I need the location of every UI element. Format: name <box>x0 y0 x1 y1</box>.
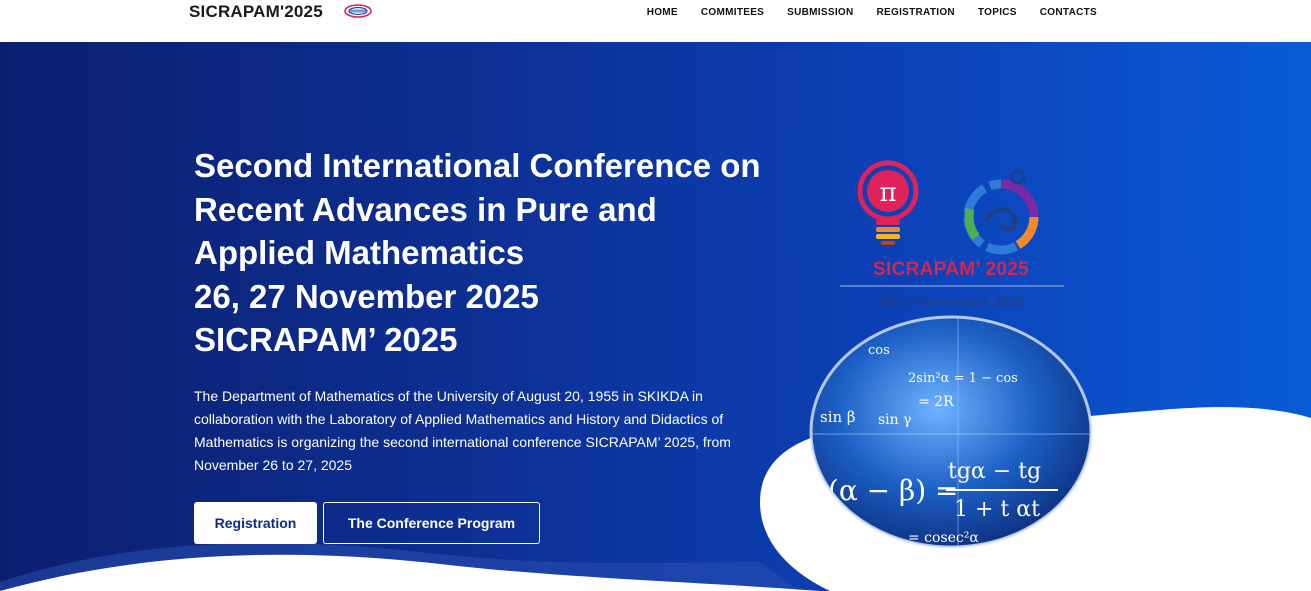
stopwatch-ring-icon <box>963 169 1039 255</box>
pi-symbol: π <box>879 178 896 208</box>
main-nav: HOME COMMITEES SUBMISSION REGISTRATION T… <box>624 7 1097 18</box>
formula-text: sin β <box>820 408 856 426</box>
hero-description: The Department of Mathematics of the Uni… <box>194 388 731 473</box>
hero-section: Second International Conference on Recen… <box>0 42 1311 591</box>
formula-text: sin γ <box>878 412 912 428</box>
logo-date: 26, 27 November 2025 <box>877 293 1025 309</box>
nav-registration[interactable]: REGISTRATION <box>877 7 955 18</box>
nav-contacts[interactable]: CONTACTS <box>1040 7 1097 18</box>
hero-title-line: SICRAPAM’ 2025 <box>194 321 458 358</box>
formula-text: sin α <box>1038 524 1066 537</box>
conference-program-button[interactable]: The Conference Program <box>323 502 540 544</box>
hero-title-line: Recent Advances in Pure and <box>194 190 657 228</box>
hero-title: Second International Conference on Recen… <box>194 144 794 362</box>
math-formula-sphere-image: 2sin²α = 1 − cos = 2R sin β sin γ g(α − … <box>809 315 1093 549</box>
nav-topics[interactable]: TOPICS <box>978 7 1017 18</box>
nav-home[interactable]: HOME <box>647 7 678 18</box>
formula-text: 1 + t αt <box>954 497 1040 522</box>
lightbulb-pi-icon: π <box>857 160 919 245</box>
nav-submission[interactable]: SUBMISSION <box>787 7 853 18</box>
logo-divider <box>840 285 1064 287</box>
brand-logo-icon[interactable] <box>343 3 373 19</box>
logo-title: SICRAPAM’ 2025 <box>873 259 1029 280</box>
hero-title-line: Applied Mathematics <box>194 234 525 271</box>
nav-commitees[interactable]: COMMITEES <box>701 7 764 18</box>
brand-name[interactable]: SICRAPAM'2025 <box>189 2 323 22</box>
site-header: SICRAPAM'2025 HOME COMMITEES SUBMISSION … <box>0 0 1311 42</box>
hero-title-line: 26, 27 November 2025 <box>194 277 539 315</box>
formula-text: logₐb <box>830 522 866 538</box>
hero-title-line: Second International Conference on <box>194 147 761 184</box>
conference-logo: π SICRAPAM’ 2025 26, 27 November 2025 <box>838 157 1068 317</box>
formula-text: = 2R <box>918 394 954 410</box>
formula-text: 2sin²α = 1 − cos <box>908 371 1018 386</box>
formula-text: cos <box>868 343 890 358</box>
registration-button[interactable]: Registration <box>194 502 317 544</box>
formula-text: tgα − tg <box>948 459 1041 484</box>
